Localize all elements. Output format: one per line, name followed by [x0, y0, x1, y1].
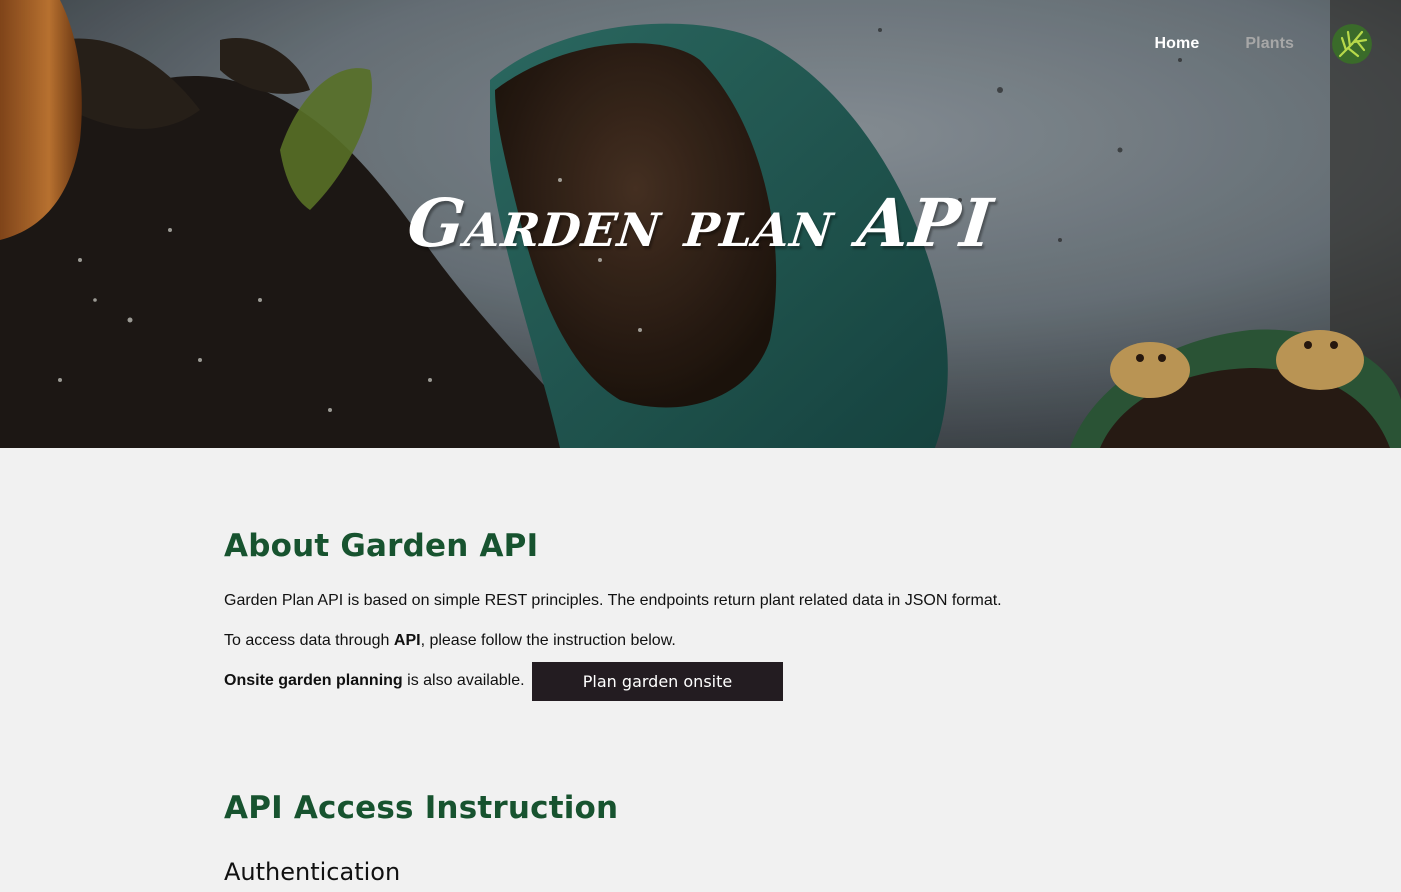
api-access-note-bold: API	[393, 632, 421, 649]
api-access-note-pre: To access data through	[224, 632, 394, 649]
hero-title: Garden plan API	[404, 184, 997, 262]
api-access-note-post: , please follow the instruction below.	[420, 632, 676, 649]
authentication-heading: Authentication	[224, 858, 401, 886]
onsite-planning-post: is also available.	[402, 672, 525, 689]
about-description: Garden Plan API is based on simple REST …	[224, 592, 1002, 609]
api-instruction-title: API Access Instruction	[224, 790, 619, 826]
about-section-title: About Garden API	[224, 528, 539, 564]
onsite-planning-bold: Onsite garden planning	[224, 672, 403, 689]
onsite-planning-note: Onsite garden planning is also available…	[224, 672, 525, 690]
nav-plants-link[interactable]: Plants	[1245, 35, 1294, 53]
nav-home-link[interactable]: Home	[1155, 35, 1200, 53]
plan-garden-onsite-button[interactable]: Plan garden onsite	[532, 662, 783, 701]
top-nav: Home Plants	[1155, 22, 1372, 66]
api-access-note: To access data through API, please follo…	[224, 632, 676, 650]
hero-banner: Home Plants Garden plan API	[0, 0, 1401, 448]
palm-leaf-avatar-icon	[1332, 24, 1372, 64]
avatar[interactable]	[1332, 24, 1372, 64]
